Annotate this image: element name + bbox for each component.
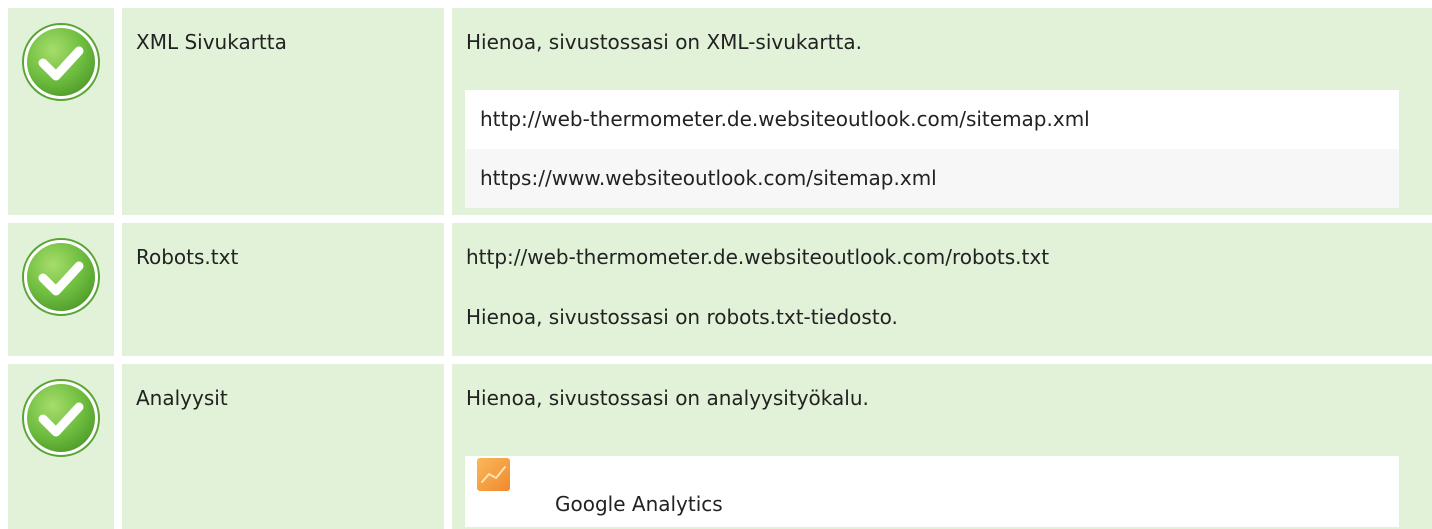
sitemap-url: http://web-thermometer.de.websiteoutlook…: [465, 90, 1399, 149]
label-cell: Analyysit: [122, 364, 444, 529]
row-label: Robots.txt: [136, 245, 239, 269]
row-label: XML Sivukartta: [136, 30, 287, 54]
report-row-sitemap: XML Sivukartta Hienoa, sivustossasi on X…: [0, 8, 1432, 215]
content-cell: Hienoa, sivustossasi on XML-sivukartta. …: [452, 8, 1432, 215]
label-cell: XML Sivukartta: [122, 8, 444, 215]
content-cell: Hienoa, sivustossasi on analyysityökalu.…: [452, 364, 1432, 529]
status-message: Hienoa, sivustossasi on robots.txt-tiedo…: [466, 305, 898, 329]
check-circle-icon: [22, 23, 100, 101]
report-row-robots: Robots.txt http://web-thermometer.de.web…: [0, 223, 1432, 356]
row-label: Analyysit: [136, 386, 228, 410]
status-cell: [8, 364, 114, 529]
seo-report: XML Sivukartta Hienoa, sivustossasi on X…: [0, 0, 1432, 529]
sitemap-url: https://www.websiteoutlook.com/sitemap.x…: [465, 149, 1399, 208]
check-circle-icon: [22, 238, 100, 316]
status-cell: [8, 8, 114, 215]
check-circle-icon: [22, 379, 100, 457]
status-message: Hienoa, sivustossasi on XML-sivukartta.: [466, 30, 862, 54]
analytics-tool-item: Google Analytics: [465, 456, 1399, 527]
status-message: Hienoa, sivustossasi on analyysityökalu.: [466, 386, 869, 410]
report-row-analytics: Analyysit Hienoa, sivustossasi on analyy…: [0, 364, 1432, 529]
google-analytics-icon: [477, 458, 510, 491]
robots-url: http://web-thermometer.de.websiteoutlook…: [466, 245, 1050, 269]
analytics-tool-name: Google Analytics: [555, 492, 723, 516]
content-cell: http://web-thermometer.de.websiteoutlook…: [452, 223, 1432, 356]
sitemap-list: http://web-thermometer.de.websiteoutlook…: [465, 90, 1399, 208]
label-cell: Robots.txt: [122, 223, 444, 356]
status-cell: [8, 223, 114, 356]
